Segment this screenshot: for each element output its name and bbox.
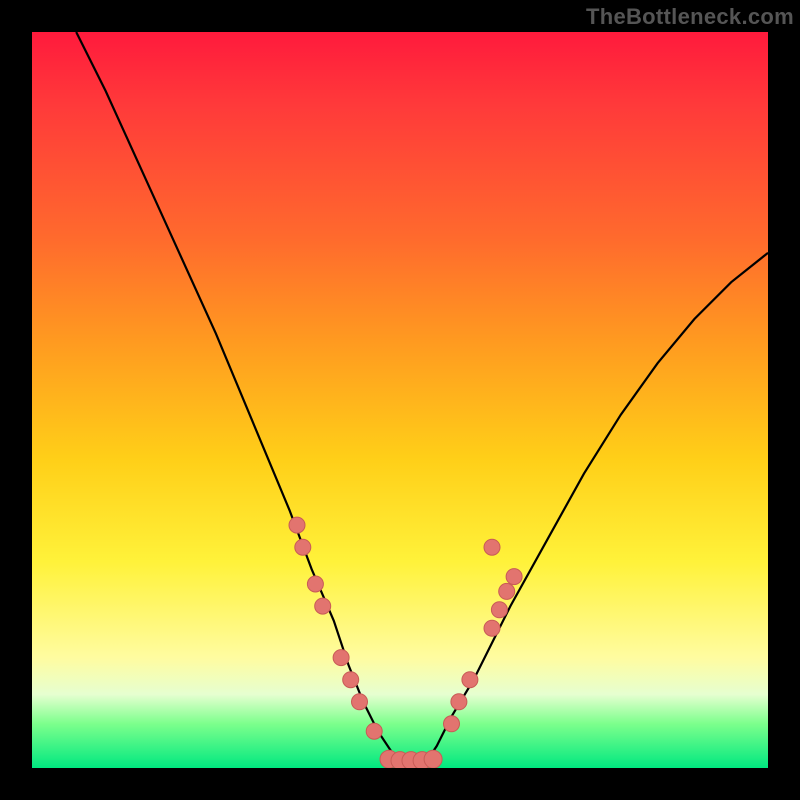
data-point xyxy=(451,694,467,710)
plot-area xyxy=(32,32,768,768)
data-point xyxy=(307,576,323,592)
data-point xyxy=(352,694,368,710)
data-point xyxy=(444,716,460,732)
data-point xyxy=(424,750,442,768)
data-point xyxy=(333,650,349,666)
data-point xyxy=(343,672,359,688)
data-point xyxy=(295,539,311,555)
data-point xyxy=(491,602,507,618)
outer-frame: TheBottleneck.com xyxy=(0,0,800,800)
data-points-group xyxy=(289,517,522,768)
data-point xyxy=(366,723,382,739)
watermark-text: TheBottleneck.com xyxy=(586,4,794,30)
data-point xyxy=(499,583,515,599)
data-point xyxy=(315,598,331,614)
data-point xyxy=(484,539,500,555)
data-point xyxy=(484,620,500,636)
chart-svg xyxy=(32,32,768,768)
data-point xyxy=(506,569,522,585)
data-point xyxy=(289,517,305,533)
bottleneck-curve xyxy=(76,32,768,768)
data-point xyxy=(462,672,478,688)
